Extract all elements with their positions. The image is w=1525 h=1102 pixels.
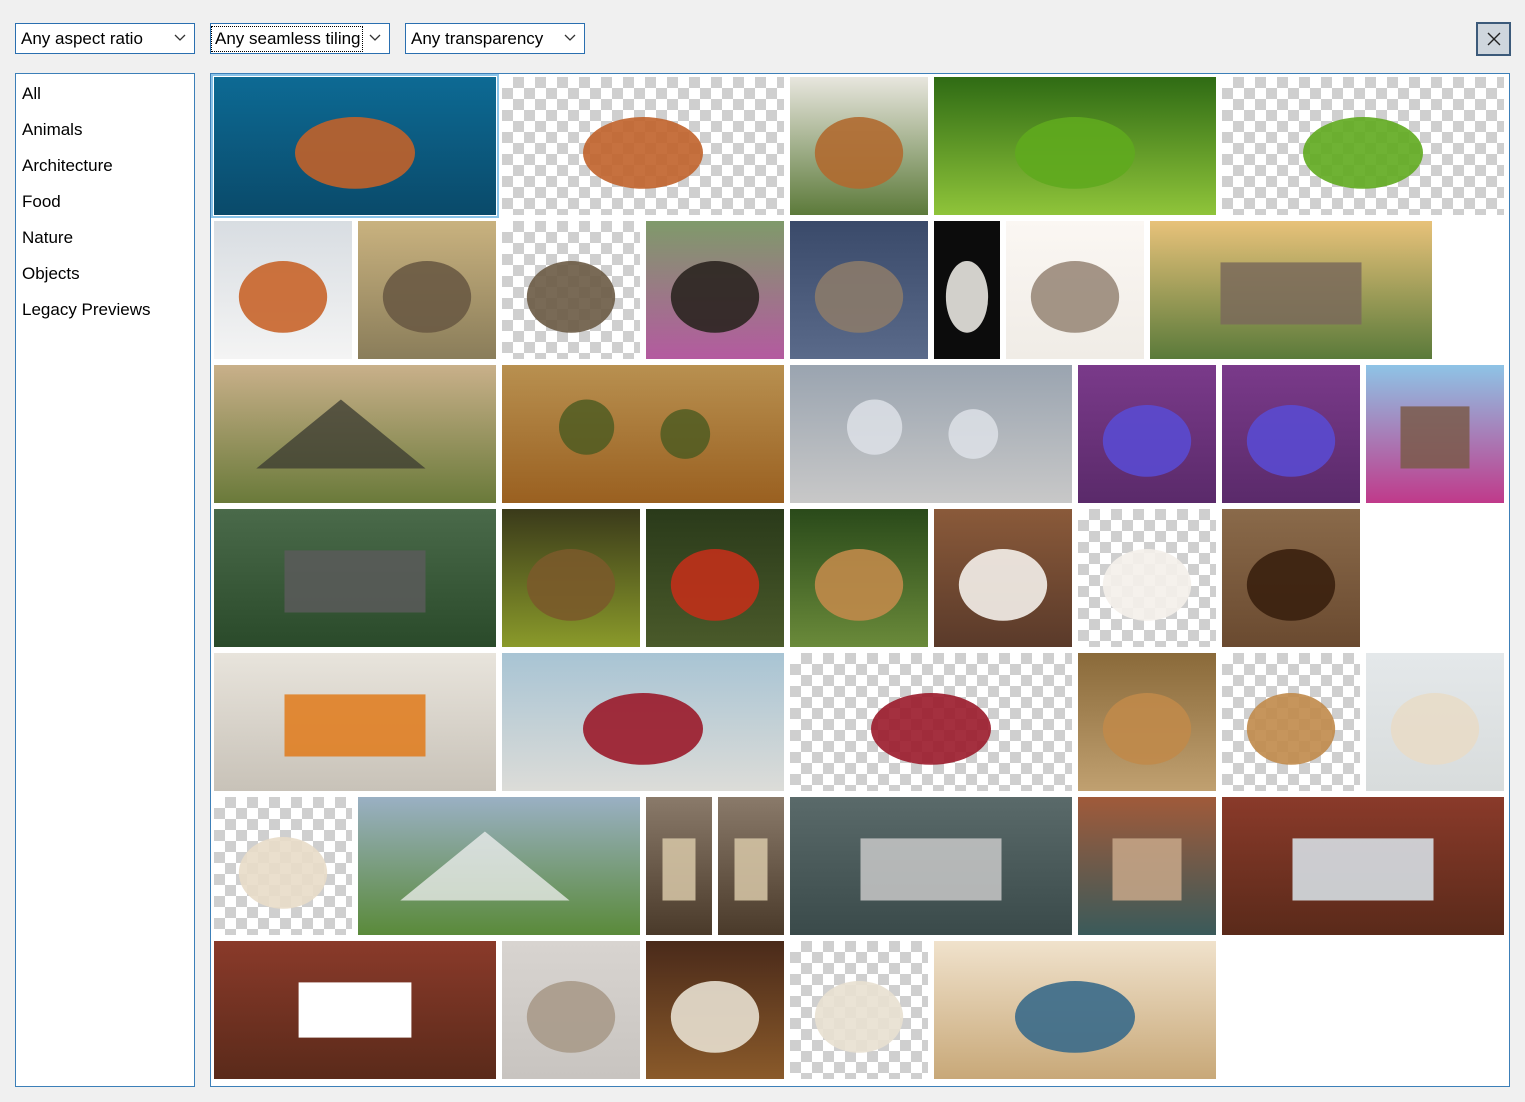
thumbnail-purple-iris[interactable] [1078,365,1216,503]
chevron-down-icon [564,34,576,41]
seamless-tiling-value: Any seamless tiling [211,25,363,52]
thumbnail-sea-turtle-transparent[interactable] [502,77,784,215]
thumbnail-blackbird[interactable] [646,221,784,359]
thumbnail-cherry-basket-transparent[interactable] [790,653,1072,791]
category-list: All Animals Architecture Food Nature Obj… [15,73,195,1087]
thumbnail-frosted-forest-path[interactable] [790,365,1072,503]
thumbnail-courtyard-looking-up[interactable] [1222,797,1504,935]
thumbnail-coffee-beans[interactable] [1222,509,1360,647]
thumbnail-autumn-olive-trees[interactable] [502,365,784,503]
thumbnail-alpine-church[interactable] [358,797,640,935]
thumbnail-courtyard-transparent[interactable] [214,941,496,1079]
thumbnail-small-mushroom[interactable] [790,509,928,647]
thumbnail-coffee-cup[interactable] [934,509,1072,647]
aspect-ratio-dropdown[interactable]: Any aspect ratio [15,23,195,54]
thumbnail-vegetable-skewers[interactable] [214,653,496,791]
thumbnail-green-frog-transparent[interactable] [1222,77,1504,215]
thumbnail-purple-iris-copy[interactable] [1222,365,1360,503]
thumbnail-venetian-masks[interactable] [646,941,784,1079]
thumbnail-meadow-house[interactable] [1366,365,1504,503]
thumbnail-aerial-city[interactable] [790,797,1072,935]
thumbnail-muffins[interactable] [1078,653,1216,791]
thumbnail-fig-smoothie[interactable] [1366,653,1504,791]
thumbnail-venice-canal[interactable] [1078,797,1216,935]
thumbnail-mountain-coast[interactable] [214,365,496,503]
thumbnail-owl-on-branch[interactable] [790,221,928,359]
close-icon [1487,32,1500,46]
thumbnail-fig-smoothie-transparent[interactable] [214,797,352,935]
thumbnail-rose-window[interactable] [502,941,640,1079]
category-item-food[interactable]: Food [16,191,194,227]
image-gallery [210,73,1510,1087]
transparency-value: Any transparency [411,28,544,48]
thumbnail-dog-in-meadow[interactable] [790,77,928,215]
thumbnail-kitten[interactable] [1006,221,1144,359]
close-button[interactable] [1476,22,1511,56]
thumbnail-street-buildings[interactable] [646,797,712,935]
category-item-animals[interactable]: Animals [16,119,194,155]
thumbnail-sea-turtle[interactable] [211,74,499,218]
thumbnail-owls-on-stump[interactable] [358,221,496,359]
chevron-down-icon [369,34,381,41]
thumbnail-boardwalk-sunrise[interactable] [1150,221,1432,359]
thumbnail-fox-in-snow[interactable] [214,221,352,359]
transparency-dropdown[interactable]: Any transparency [405,23,585,54]
category-item-all[interactable]: All [16,83,194,119]
seamless-tiling-dropdown[interactable]: Any seamless tiling [210,23,390,54]
chevron-down-icon [174,34,186,41]
thumbnail-coffee-cup-transparent[interactable] [1078,509,1216,647]
category-item-nature[interactable]: Nature [16,227,194,263]
thumbnail-glass-marbles[interactable] [934,941,1216,1079]
thumbnail-white-horse[interactable] [934,221,1000,359]
thumbnail-green-frog[interactable] [934,77,1216,215]
aspect-ratio-value: Any aspect ratio [21,28,143,48]
thumbnail-forest-road[interactable] [214,509,496,647]
thumbnail-red-toadstool[interactable] [646,509,784,647]
thumbnail-owls-on-stump-transparent[interactable] [502,221,640,359]
category-item-legacy-previews[interactable]: Legacy Previews [16,299,194,335]
thumbnail-venetian-mask-transparent[interactable] [790,941,928,1079]
category-item-objects[interactable]: Objects [16,263,194,299]
thumbnail-mushroom-basket[interactable] [502,509,640,647]
category-item-architecture[interactable]: Architecture [16,155,194,191]
thumbnail-street-buildings-mirrored[interactable] [718,797,784,935]
thumbnail-muffins-transparent[interactable] [1222,653,1360,791]
thumbnail-cherry-basket[interactable] [502,653,784,791]
